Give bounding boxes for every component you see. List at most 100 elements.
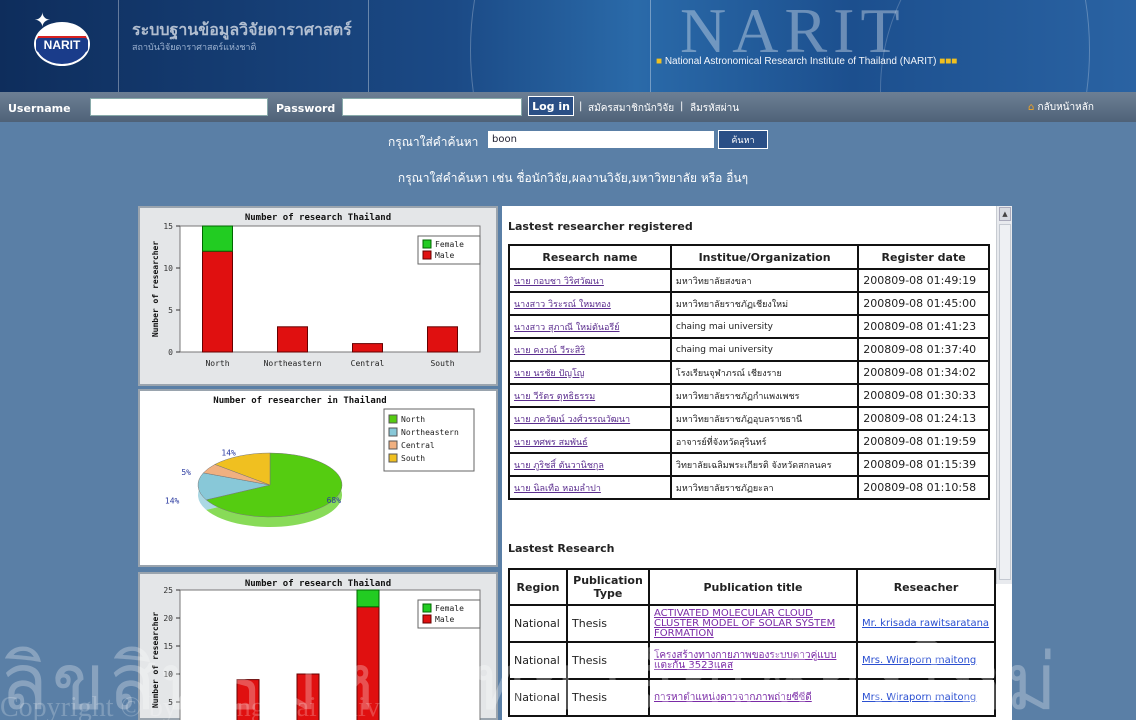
researcher-organization: มหาวิทยาลัยราชภัฏอุบลราชธานี: [669, 406, 860, 431]
researcher-rows: นาย กอบชา วิริศวัฒนา มหาวิทยาลัยสงขลา 2008…: [508, 268, 990, 500]
col-research-name: Research name: [508, 244, 672, 270]
table-row: นาย ทศพร สมพันธ์ อาจารย์ที่จังหวัดสุรินทร…: [508, 429, 990, 454]
y-tick-label: 15: [163, 642, 173, 651]
researcher-name-link[interactable]: นาย ภูริชสิ์ ตันวานิชกุล: [508, 452, 672, 477]
researcher-organization: วิทยาลัยเฉลิมพระเกียรติ จังหวัดสกลนคร: [669, 452, 860, 477]
researcher-name-link[interactable]: นางสาว วิระรณ์ ใหมทอง: [508, 291, 672, 316]
research-region: National: [508, 604, 568, 643]
search-input[interactable]: [488, 131, 714, 148]
researcher-link[interactable]: Mr. krisada rawitsaratana: [856, 604, 996, 643]
forgot-password-link[interactable]: ลืมรหัสผ่าน: [690, 101, 739, 116]
pie-percent-label: 14%: [221, 449, 236, 458]
separator: |: [680, 101, 684, 112]
researcher-name-link[interactable]: นาย คงวณ์ วีระสิริ: [508, 337, 672, 362]
bar-male: [277, 326, 308, 353]
legend-swatch: [388, 453, 398, 463]
publication-type: Thesis: [566, 678, 650, 717]
separator: |: [579, 101, 583, 112]
login-button[interactable]: Log in: [528, 96, 574, 116]
latest-research-table: Region Publication Type Publication titl…: [508, 568, 996, 717]
bar-female: [356, 589, 380, 608]
search-label: กรุณาใส่คำค้นหา: [388, 135, 479, 149]
y-tick-label: 0: [168, 348, 173, 357]
publication-title-link[interactable]: การหาตำแหน่งดาวจากภาพถ่ายซีซีดี: [648, 678, 858, 717]
bar-male: [296, 673, 320, 720]
y-tick-label: 5: [168, 306, 173, 315]
home-link[interactable]: ⌂ กลับหน้าหลัก: [1028, 100, 1094, 115]
content-scrollbar[interactable]: ▲: [996, 206, 1012, 584]
register-date: 200809-08 01:30:33: [857, 383, 990, 408]
legend-label-female: Female: [435, 604, 464, 613]
dots-icon: ■■■: [939, 56, 958, 67]
username-input[interactable]: [90, 98, 268, 116]
y-tick-label: 20: [163, 614, 173, 623]
researcher-name-link[interactable]: นาย นรชัย ปัญโญ: [508, 360, 672, 385]
y-axis-label: Number of researcher: [151, 241, 160, 338]
publication-title-link[interactable]: โครงสร้างทางกายภาพของระบบดาวคู่แบบแตะกัน…: [648, 641, 858, 680]
researcher-name-link[interactable]: นาย กอบชา วิริศวัฒนา: [508, 268, 672, 293]
register-date: 200809-08 01:19:59: [857, 429, 990, 454]
researcher-name-link[interactable]: นาย ภควัฒน์ วงศ์วรรณวัฒนา: [508, 406, 672, 431]
logo-word: NARIT: [36, 38, 88, 52]
password-input[interactable]: [342, 98, 522, 116]
col-researcher: Reseacher: [856, 568, 996, 606]
table-row: นาย คงวณ์ วีระสิริ chaing mai university 2…: [508, 337, 990, 362]
y-tick-label: 10: [163, 670, 173, 679]
home-link-label: กลับหน้าหลัก: [1037, 102, 1094, 113]
legend-swatch: [388, 414, 398, 424]
publication-title-link[interactable]: ACTIVATED MOLECULAR CLOUD CLUSTER MODEL …: [648, 604, 858, 643]
content-pane[interactable]: Lastest researcher registered Research n…: [502, 206, 1012, 720]
table-row: นาย นรชัย ปัญโญ โรงเรียนจุฬาภรณ์ เชียงราย…: [508, 360, 990, 385]
legend-label-female: Female: [435, 240, 464, 249]
table-row: นาย วีรัตร ตุหธิธรรม มหาวิทยาลัยราชภัฏกำแ…: [508, 383, 990, 408]
globe-graphic-2: [880, 0, 1136, 92]
legend-label-male: Male: [435, 251, 454, 260]
register-link[interactable]: สมัครสมาชิกนักวิจัย: [588, 101, 674, 116]
bar-male: [427, 326, 458, 353]
y-tick-label: 25: [163, 586, 173, 595]
table-row: National Thesis การหาตำแหน่งดาวจากภาพถ่ายซ…: [508, 678, 996, 717]
researcher-name-link[interactable]: นางสาว สุภาณี ใหม่ตันอรีย์: [508, 314, 672, 339]
researcher-organization: มหาวิทยาลัยราชภัฏเชียงใหม่: [669, 291, 860, 316]
register-date: 200809-08 01:10:58: [857, 475, 990, 500]
bar-male: [352, 343, 383, 353]
scroll-thumb[interactable]: [999, 224, 1011, 580]
publication-type: Thesis: [566, 604, 650, 643]
pie-percent-label: 68%: [327, 496, 342, 505]
pie-chart-svg: Number of researcher in Thailand 68% 14% 5%…: [165, 395, 475, 527]
researcher-name-link[interactable]: นาย นิลเทือ หอมลำปา: [508, 475, 672, 500]
table-header-row: Region Publication Type Publication titl…: [508, 568, 996, 606]
narit-logo[interactable]: ✦ NARIT: [30, 8, 94, 68]
bar-male: [356, 606, 380, 720]
y-axis-label: Number of researcher: [151, 612, 160, 709]
researcher-link[interactable]: Mrs. Wiraporn maitong: [856, 641, 996, 680]
latest-research-title: Lastest Research: [508, 542, 615, 555]
password-label: Password: [276, 102, 336, 115]
x-tick-label: North: [205, 359, 229, 368]
y-tick-label: 5: [168, 698, 173, 707]
search-button[interactable]: ค้นหา: [718, 130, 768, 149]
scroll-up-icon[interactable]: ▲: [999, 207, 1011, 221]
site-banner: ✦ NARIT ระบบฐานข้อมูลวิจัยดาราศาสตร์ สถา…: [0, 0, 1136, 92]
banner-divider: [118, 0, 119, 92]
researcher-link[interactable]: Mrs. Wiraporn maitong: [856, 678, 996, 717]
researcher-name-link[interactable]: นาย วีรัตร ตุหธิธรรม: [508, 383, 672, 408]
table-row: นางสาว วิระรณ์ ใหมทอง มหาวิทยาลัยราชภัฏเช…: [508, 291, 990, 316]
y-tick-label: 15: [163, 222, 173, 231]
register-date: 200809-08 01:37:40: [857, 337, 990, 362]
site-subtitle: สถาบันวิจัยดาราศาสตร์แห่งชาติ: [132, 43, 257, 53]
bar-male: [202, 250, 233, 353]
col-institute: Institue/Organization: [669, 244, 860, 270]
pie-percent-label: 5%: [181, 468, 191, 477]
chart-title: Number of research Thailand: [245, 212, 391, 223]
legend-label: Northeastern: [401, 428, 459, 437]
legend-swatch-male: [422, 250, 432, 260]
bullet-icon: ■: [656, 56, 663, 67]
table-row: นาย กอบชา วิริศวัฒนา มหาวิทยาลัยสงขลา 2008…: [508, 268, 990, 293]
legend-swatch: [388, 440, 398, 450]
col-publication-type: Publication Type: [566, 568, 650, 606]
researcher-name-link[interactable]: นาย ทศพร สมพันธ์: [508, 429, 672, 454]
legend-swatch-female: [422, 603, 432, 613]
register-date: 200809-08 01:34:02: [857, 360, 990, 385]
x-tick-label: Northeastern: [264, 359, 322, 368]
